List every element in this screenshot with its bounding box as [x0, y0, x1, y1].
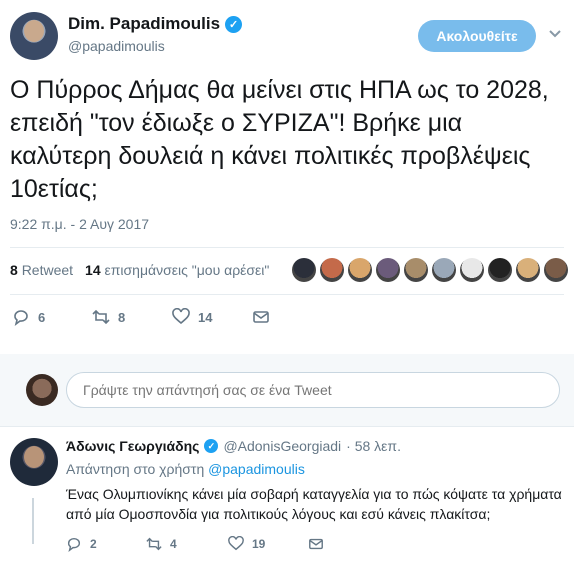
- like-action[interactable]: 14: [172, 308, 212, 326]
- divider: [10, 247, 564, 248]
- likes-stat-label: επισημάνσεις "μου αρέσει": [104, 262, 270, 278]
- reply-retweet-count: 4: [170, 537, 177, 551]
- reply-input[interactable]: [66, 372, 560, 408]
- direct-message-action[interactable]: [252, 308, 270, 326]
- current-user-avatar: [26, 374, 58, 406]
- reply-dm-action[interactable]: [308, 536, 324, 552]
- retweet-count: 8: [10, 262, 18, 278]
- reply-text: Ένας Ολυμπιονίκης κάνει μία σοβαρή καταγ…: [66, 486, 562, 522]
- chevron-down-icon[interactable]: [548, 26, 562, 40]
- tweet-timestamp[interactable]: 9:22 π.μ. - 2 Αυγ 2017: [10, 216, 149, 232]
- replying-to: Απάντηση στο χρήστη @papadimoulis: [66, 461, 305, 477]
- reply-tweet[interactable]: Άδωνις Γεωργιάδης ✓ @AdonisGeorgiadi · 5…: [0, 426, 574, 562]
- following-button[interactable]: Ακολουθείτε: [418, 20, 536, 52]
- retweet-stat[interactable]: 8 Retweet: [10, 262, 73, 278]
- liker-avatar[interactable]: [460, 258, 484, 282]
- liker-avatar[interactable]: [404, 258, 428, 282]
- reply-author-avatar[interactable]: [10, 438, 58, 486]
- like-action-count: 14: [198, 309, 213, 325]
- reply-time[interactable]: · 58 λεπ.: [346, 438, 401, 454]
- liker-avatar[interactable]: [292, 258, 316, 282]
- tweet-stats: 8 Retweet 14 επισημάνσεις "μου αρέσει": [10, 262, 269, 278]
- liker-avatar[interactable]: [544, 258, 568, 282]
- tweet-text: Ο Πύρρος Δήμας θα μείνει στις ΗΠΑ ως το …: [10, 76, 549, 203]
- author-handle[interactable]: @papadimoulis: [68, 38, 165, 54]
- likes-stat[interactable]: 14 επισημάνσεις "μου αρέσει": [85, 262, 269, 278]
- author-avatar[interactable]: [10, 12, 58, 60]
- retweet-icon: [146, 537, 162, 551]
- liker-avatar[interactable]: [320, 258, 344, 282]
- reply-action[interactable]: 6: [12, 308, 45, 326]
- liker-avatar[interactable]: [376, 258, 400, 282]
- reply-author-handle[interactable]: @AdonisGeorgiadi: [223, 438, 341, 454]
- author-name[interactable]: Dim. Papadimoulis: [68, 14, 220, 34]
- envelope-icon: [309, 538, 323, 550]
- reply-icon: [67, 538, 81, 552]
- verified-icon: ✓: [225, 15, 243, 33]
- reply-icon: [14, 310, 28, 326]
- heart-icon: [172, 308, 190, 325]
- retweet-action[interactable]: 8: [92, 308, 125, 326]
- reply-like-action[interactable]: 19: [228, 536, 265, 552]
- retweet-stat-label: Retweet: [21, 262, 74, 278]
- author-name-row[interactable]: Dim. Papadimoulis ✓: [68, 14, 243, 34]
- thread-line: [32, 498, 34, 544]
- reply-reply-action[interactable]: 2: [66, 536, 97, 552]
- heart-icon: [228, 536, 244, 551]
- verified-icon: ✓: [204, 439, 219, 453]
- liker-avatar[interactable]: [432, 258, 456, 282]
- replying-to-link[interactable]: @papadimoulis: [208, 461, 305, 477]
- liker-avatar[interactable]: [488, 258, 512, 282]
- divider: [10, 294, 564, 295]
- retweet-action-count: 8: [118, 309, 126, 325]
- likes-count: 14: [85, 262, 101, 278]
- reply-count: 6: [38, 309, 46, 325]
- liker-avatar[interactable]: [348, 258, 372, 282]
- envelope-icon: [253, 311, 269, 323]
- reply-retweet-action[interactable]: 4: [146, 536, 177, 552]
- reply-author-name[interactable]: Άδωνις Γεωργιάδης: [66, 438, 199, 454]
- likers-avatars: [292, 258, 568, 282]
- reply-reply-count: 2: [90, 537, 97, 551]
- liker-avatar[interactable]: [516, 258, 540, 282]
- reply-like-count: 19: [252, 537, 266, 551]
- replying-prefix: Απάντηση στο χρήστη: [66, 461, 205, 477]
- reply-author-row: Άδωνις Γεωργιάδης ✓ @AdonisGeorgiadi · 5…: [66, 438, 401, 454]
- retweet-icon: [92, 309, 110, 325]
